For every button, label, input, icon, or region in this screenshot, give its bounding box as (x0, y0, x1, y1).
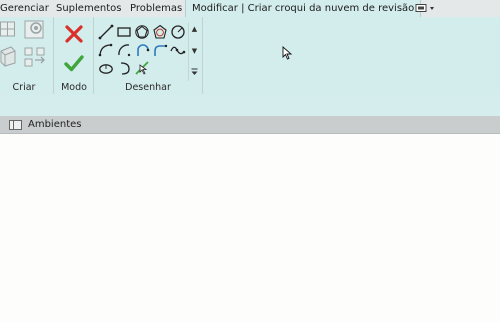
draw-gallery-scroll: ▲ ▼ (188, 23, 200, 81)
panel-divider (93, 17, 94, 94)
window-switch-icon (415, 4, 434, 12)
tangent-end-arc-icon[interactable] (134, 42, 150, 58)
line-icon[interactable] (98, 24, 114, 40)
rectangle-icon[interactable] (116, 24, 132, 40)
partial-ellipse-icon[interactable] (116, 60, 132, 76)
start-end-arc-icon[interactable] (98, 42, 114, 58)
create-box-icon[interactable] (0, 45, 18, 67)
circle-icon[interactable] (170, 24, 186, 40)
panel-modo-label: Modo (61, 82, 87, 93)
finish-edit-mode-icon[interactable] (64, 53, 84, 73)
tab-suplementos[interactable]: Suplementos (56, 0, 121, 17)
ribbon-options-bar (0, 95, 500, 116)
family-settings-icon[interactable] (23, 19, 47, 41)
browser-label[interactable]: Ambientes (28, 116, 81, 133)
scroll-down-button[interactable]: ▼ (189, 45, 200, 57)
ribbon: Criar Modo ▲ ▼ Desenhar (0, 17, 500, 116)
spline-icon[interactable] (170, 42, 186, 58)
panel-desenhar-label: Desenhar (125, 82, 171, 93)
tab-modificar-criar-croqui[interactable]: Modificar | Criar croqui da nuvem de rev… (185, 0, 422, 17)
tab-gerenciar[interactable]: Gerenciar (0, 0, 49, 17)
pick-lines-icon[interactable] (134, 60, 150, 76)
tab-problemas[interactable]: Problemas (130, 0, 182, 17)
window-switch-button[interactable] (413, 3, 437, 14)
panel-divider (53, 17, 54, 94)
mouse-pointer-icon (282, 46, 293, 60)
folder-icon (9, 120, 22, 130)
expand-gallery-button[interactable] (189, 67, 200, 79)
circumscribed-polygon-icon[interactable] (152, 24, 168, 40)
panel-criar-label: Criar (12, 82, 36, 93)
expand-icon (191, 68, 198, 75)
inscribed-polygon-icon[interactable] (134, 24, 150, 40)
scroll-up-button[interactable]: ▲ (189, 23, 200, 35)
group-elements-icon[interactable] (22, 45, 48, 69)
project-browser-header: Ambientes (0, 116, 500, 134)
center-ends-arc-icon[interactable] (116, 42, 132, 58)
create-grid-icon[interactable] (0, 20, 18, 38)
cancel-edit-mode-icon[interactable] (64, 24, 84, 44)
panel-divider (202, 17, 203, 94)
ellipse-icon[interactable] (98, 60, 114, 76)
fillet-arc-icon[interactable] (152, 42, 168, 58)
ribbon-tab-bar: Gerenciar Suplementos Problemas Modifica… (0, 0, 500, 18)
